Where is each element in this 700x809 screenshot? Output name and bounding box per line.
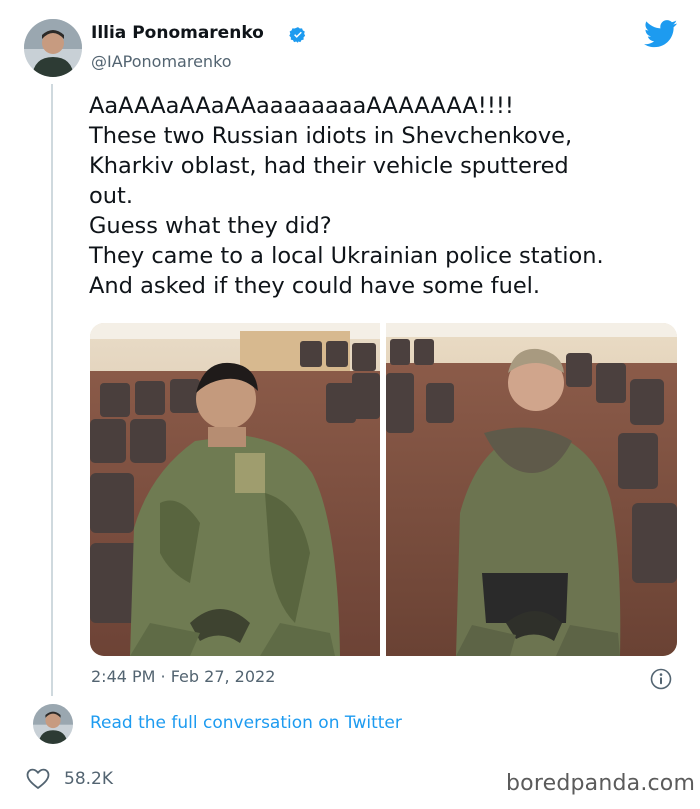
author-name[interactable]: Illia Ponomarenko [91,23,264,43]
photo-right[interactable] [386,323,677,656]
author-handle[interactable]: @IAPonomarenko [91,52,232,71]
heart-icon[interactable] [26,768,50,794]
twitter-bird-icon[interactable] [644,20,678,52]
author-avatar[interactable] [24,19,82,77]
tweet-text-line: And asked if they could have some fuel. [89,273,541,299]
tweet-text-line: out. [89,183,134,209]
tweet-text-line: Kharkiv oblast, had their vehicle sputte… [89,153,569,179]
thread-line [51,84,53,696]
verified-badge-icon [289,26,307,48]
reply-avatar[interactable] [33,704,73,744]
tweet-media[interactable] [90,323,677,656]
info-icon[interactable] [650,668,672,694]
like-count: 58.2K [64,769,113,789]
tweet-text-line: Guess what they did? [89,213,332,239]
tweet-text: AaAAAaAAaAAaaaaaaaaAAAAAAA!!!! These two… [89,91,689,301]
tweet-timestamp[interactable]: 2:44 PM · Feb 27, 2022 [91,667,275,686]
watermark: boredpanda.com [506,771,696,796]
tweet-text-line: They came to a local Ukrainian police st… [89,243,604,269]
tweet-text-line: These two Russian idiots in Shevchenkove… [89,123,573,149]
tweet-text-line: AaAAAaAAaAAaaaaaaaaAAAAAAA!!!! [89,93,514,119]
read-conversation-link[interactable]: Read the full conversation on Twitter [90,713,402,733]
photo-left[interactable] [90,323,380,656]
